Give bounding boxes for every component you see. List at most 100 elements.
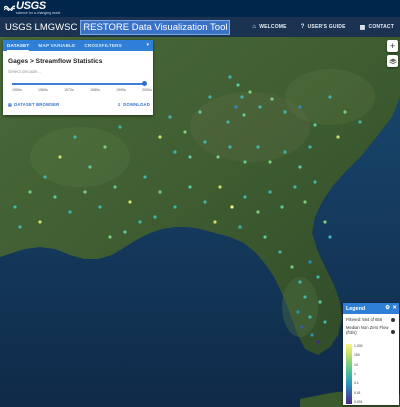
gage-point[interactable] bbox=[228, 75, 232, 79]
gage-point[interactable] bbox=[296, 310, 300, 314]
gage-point[interactable] bbox=[234, 105, 238, 109]
gage-point[interactable] bbox=[58, 155, 62, 159]
gage-point[interactable] bbox=[290, 265, 294, 269]
gage-point[interactable] bbox=[53, 195, 57, 199]
gage-point[interactable] bbox=[158, 135, 162, 139]
gage-point[interactable] bbox=[216, 155, 220, 159]
gage-point[interactable] bbox=[263, 235, 267, 239]
gage-point[interactable] bbox=[108, 235, 112, 239]
gage-point[interactable] bbox=[280, 205, 284, 209]
gage-point[interactable] bbox=[228, 145, 232, 149]
gage-point[interactable] bbox=[123, 230, 127, 234]
zoom-in-button[interactable]: + bbox=[387, 40, 398, 52]
gage-point[interactable] bbox=[293, 185, 297, 189]
nav-contact[interactable]: ▦ CONTACT bbox=[360, 24, 394, 31]
slider-track[interactable] bbox=[12, 83, 144, 85]
gage-point[interactable] bbox=[83, 190, 87, 194]
gage-point[interactable] bbox=[308, 315, 312, 319]
slider-handle[interactable] bbox=[142, 81, 147, 86]
tab-map-variable[interactable]: MAP VARIABLE bbox=[38, 40, 75, 51]
gage-point[interactable] bbox=[236, 83, 240, 87]
gage-point[interactable] bbox=[268, 160, 272, 164]
gage-point[interactable] bbox=[308, 260, 312, 264]
gage-point[interactable] bbox=[256, 145, 260, 149]
gage-point[interactable] bbox=[226, 120, 230, 124]
gage-point[interactable] bbox=[173, 205, 177, 209]
gage-point[interactable] bbox=[242, 113, 246, 117]
tab-crossfilters[interactable]: CROSSFILTERS bbox=[84, 40, 122, 51]
gage-point[interactable] bbox=[153, 215, 157, 219]
gage-point[interactable] bbox=[198, 110, 202, 114]
layers-button[interactable] bbox=[387, 55, 398, 67]
gage-point[interactable] bbox=[256, 210, 260, 214]
gage-point[interactable] bbox=[316, 340, 320, 344]
tab-dataset[interactable]: DATASET bbox=[7, 40, 30, 51]
gage-point[interactable] bbox=[323, 220, 327, 224]
gage-point[interactable] bbox=[188, 155, 192, 159]
gage-point[interactable] bbox=[298, 105, 302, 109]
gage-point[interactable] bbox=[358, 120, 362, 124]
gage-point[interactable] bbox=[318, 300, 322, 304]
nav-welcome[interactable]: ⌂ WELCOME bbox=[252, 24, 286, 30]
gage-point[interactable] bbox=[243, 160, 247, 164]
gage-point[interactable] bbox=[278, 250, 282, 254]
nav-users-guide[interactable]: ? USER'S GUIDE bbox=[301, 24, 346, 30]
gage-point[interactable] bbox=[28, 190, 32, 194]
gage-point[interactable] bbox=[316, 275, 320, 279]
gage-point[interactable] bbox=[243, 195, 247, 199]
gage-point[interactable] bbox=[313, 180, 317, 184]
gage-point[interactable] bbox=[168, 115, 172, 119]
gage-point[interactable] bbox=[203, 140, 207, 144]
gage-point[interactable] bbox=[283, 150, 287, 154]
close-icon[interactable]: ✕ bbox=[392, 305, 397, 311]
gage-point[interactable] bbox=[18, 225, 22, 229]
gage-point[interactable] bbox=[303, 200, 307, 204]
gage-point[interactable] bbox=[323, 320, 327, 324]
gage-point[interactable] bbox=[43, 175, 47, 179]
info-icon[interactable] bbox=[391, 317, 395, 322]
decade-select[interactable]: Select decade... bbox=[3, 65, 153, 74]
gage-point[interactable] bbox=[230, 205, 234, 209]
gage-point[interactable] bbox=[300, 325, 304, 329]
gage-point[interactable] bbox=[248, 90, 252, 94]
gage-point[interactable] bbox=[313, 123, 317, 127]
gear-icon[interactable]: ⚙ bbox=[385, 305, 390, 311]
gage-point[interactable] bbox=[283, 110, 287, 114]
gage-point[interactable] bbox=[240, 95, 244, 99]
gage-point[interactable] bbox=[68, 210, 72, 214]
gage-point[interactable] bbox=[13, 205, 17, 209]
gage-point[interactable] bbox=[183, 130, 187, 134]
gage-point[interactable] bbox=[213, 220, 217, 224]
gage-point[interactable] bbox=[336, 135, 340, 139]
gage-point[interactable] bbox=[158, 190, 162, 194]
decade-slider[interactable]: 1950s 1960s 1970s 1980s 1990s 2000s bbox=[12, 81, 152, 93]
gage-point[interactable] bbox=[208, 95, 212, 99]
gage-point[interactable] bbox=[258, 105, 262, 109]
gage-point[interactable] bbox=[118, 125, 122, 129]
gage-point[interactable] bbox=[218, 185, 222, 189]
download-button[interactable]: ⇩ DOWNLOAD bbox=[118, 102, 150, 107]
gage-point[interactable] bbox=[188, 185, 192, 189]
gage-point[interactable] bbox=[113, 185, 117, 189]
chevron-down-icon[interactable]: ▾ bbox=[146, 42, 149, 48]
gage-point[interactable] bbox=[38, 220, 42, 224]
gage-point[interactable] bbox=[303, 295, 307, 299]
info-icon[interactable] bbox=[391, 330, 395, 334]
gage-point[interactable] bbox=[328, 95, 332, 99]
gage-point[interactable] bbox=[143, 175, 147, 179]
gage-point[interactable] bbox=[98, 205, 102, 209]
gage-point[interactable] bbox=[73, 135, 77, 139]
gage-point[interactable] bbox=[298, 165, 302, 169]
gage-point[interactable] bbox=[138, 220, 142, 224]
gage-point[interactable] bbox=[203, 200, 207, 204]
gage-point[interactable] bbox=[268, 190, 272, 194]
gage-point[interactable] bbox=[308, 145, 312, 149]
gage-point[interactable] bbox=[88, 165, 92, 169]
usgs-logo[interactable]: USGS science for a changing world bbox=[4, 1, 60, 16]
gage-point[interactable] bbox=[270, 97, 274, 101]
gage-point[interactable] bbox=[128, 200, 132, 204]
gage-point[interactable] bbox=[238, 225, 242, 229]
gage-point[interactable] bbox=[173, 150, 177, 154]
gage-point[interactable] bbox=[343, 110, 347, 114]
gage-point[interactable] bbox=[298, 280, 302, 284]
